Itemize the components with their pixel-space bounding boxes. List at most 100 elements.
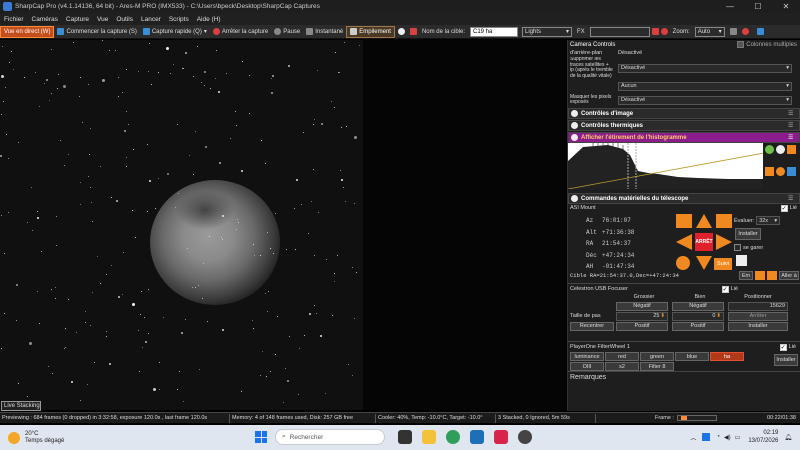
maximize-button[interactable]: ☐	[744, 2, 772, 11]
down-arrow-icon[interactable]	[767, 271, 777, 280]
south-arrow-icon[interactable]	[696, 256, 712, 270]
spinner-icon[interactable]: ⬍	[660, 313, 665, 319]
focuser-install-button[interactable]: Installer	[728, 321, 788, 331]
menu-icon[interactable]: ☰	[788, 110, 796, 117]
media-app-icon[interactable]	[494, 430, 508, 444]
menu-view[interactable]: Vue	[93, 16, 112, 23]
filter-ha[interactable]: ha	[710, 352, 744, 361]
astro-image[interactable]	[0, 40, 363, 410]
right-arrow-icon[interactable]	[755, 271, 765, 280]
menu-file[interactable]: Fichier	[0, 16, 28, 23]
em-button[interactable]: Em	[739, 271, 753, 280]
park-icon[interactable]	[676, 214, 692, 228]
battery-icon[interactable]: ▭	[735, 434, 741, 441]
image-viewport[interactable]	[0, 40, 566, 410]
edge-icon[interactable]	[446, 430, 460, 444]
lightning-icon[interactable]	[787, 145, 797, 154]
fine-positive-button[interactable]: Positif	[672, 321, 724, 331]
stop-slew-button[interactable]: ARRÊT	[695, 233, 713, 251]
filter-8[interactable]: Filter 8	[640, 362, 674, 371]
menu-icon[interactable]: ☰	[788, 122, 796, 129]
reticle-icon[interactable]	[651, 28, 659, 35]
file-explorer-icon[interactable]	[422, 430, 436, 444]
recenter-button[interactable]: Recentrer	[570, 321, 614, 331]
sharpcap-taskbar-icon[interactable]	[518, 430, 532, 444]
clock[interactable]: 02:19 13/07/2026	[748, 429, 778, 445]
filterwheel-linked-checkbox[interactable]: ✓	[779, 343, 787, 351]
histogram-header[interactable]: Afficher l'étirement de l'histogramme ☰	[568, 132, 800, 143]
filter-luminance[interactable]: luminance	[570, 352, 604, 361]
filter-oiii[interactable]: OIII	[570, 362, 604, 371]
menu-icon[interactable]: ☰	[788, 134, 796, 141]
task-view-icon[interactable]	[398, 430, 412, 444]
north-arrow-icon[interactable]	[696, 214, 712, 228]
live-stacking-tab[interactable]: Live Stacking	[1, 401, 41, 411]
coarse-negative-button[interactable]: Négatif	[616, 301, 668, 311]
snapshot-button[interactable]: Instantané	[303, 26, 346, 38]
windows-start-icon[interactable]	[255, 431, 267, 443]
live-view-button[interactable]: Vue en direct (W)	[0, 25, 55, 38]
goto-button[interactable]: Aller à	[779, 271, 799, 280]
menu-scripts[interactable]: Scripts	[165, 16, 193, 23]
mount-install-button[interactable]: Installer	[735, 228, 761, 240]
tracking-button[interactable]: Suivi	[714, 258, 732, 270]
crosshair-icon[interactable]	[736, 255, 747, 266]
spinner-icon[interactable]: ⬍	[716, 313, 721, 319]
reset-icon[interactable]	[776, 167, 786, 176]
frame-type-select[interactable]: Lights ▾	[522, 26, 572, 37]
wifi-icon[interactable]: ◔	[716, 434, 720, 440]
position-input[interactable]: 15629	[728, 301, 788, 311]
filter-s2[interactable]: s2	[605, 362, 639, 371]
minimize-button[interactable]: —	[716, 2, 744, 11]
coarse-step-input[interactable]: 25 ⬍	[616, 311, 668, 321]
histogram-icon[interactable]	[729, 28, 737, 35]
fx-select[interactable]	[589, 26, 650, 37]
lock-icon[interactable]	[765, 167, 775, 176]
thermal-controls-header[interactable]: Contrôles thermiques ☰	[568, 120, 800, 131]
notification-icon[interactable]: 🔔︎	[784, 434, 792, 441]
menu-tools[interactable]: Outils	[112, 16, 137, 23]
filter-green[interactable]: green	[640, 352, 674, 361]
target-name-input[interactable]: C19 ha	[470, 26, 518, 37]
quick-capture-button[interactable]: Capture rapide (Q) ▾	[140, 26, 210, 38]
notes-section[interactable]: Remarques	[568, 371, 800, 401]
park-checkbox[interactable]	[734, 244, 741, 251]
menu-cameras[interactable]: Caméras	[28, 16, 62, 23]
telescope-header[interactable]: Commandes matérielles du télescope ☰	[568, 193, 800, 204]
focuser-stop-button[interactable]: Arrêter	[728, 311, 788, 321]
image-controls-header[interactable]: Contrôles d'image ☰	[568, 108, 800, 119]
settings-icon[interactable]	[741, 28, 749, 35]
cloud-icon[interactable]	[702, 433, 711, 441]
zoom-select[interactable]: Auto ▾	[694, 26, 725, 37]
coarse-positive-button[interactable]: Positif	[616, 321, 668, 331]
menu-capture[interactable]: Capture	[62, 16, 93, 23]
east-arrow-icon[interactable]	[716, 234, 732, 250]
mount-linked-checkbox[interactable]: ✓	[780, 204, 788, 212]
west-arrow-icon[interactable]	[676, 234, 692, 250]
focuser-linked-checkbox[interactable]: ✓	[721, 285, 729, 293]
filterwheel-install-button[interactable]: Installer	[774, 354, 798, 366]
menu-help[interactable]: Aide (H)	[193, 16, 225, 23]
stop-capture-button[interactable]: Arrêter la capture	[210, 26, 271, 38]
chevron-up-icon[interactable]: ︿	[690, 433, 696, 442]
fine-step-input[interactable]: 0 ⬍	[672, 311, 724, 321]
hot-pixel-select[interactable]: Désactivé ▾	[618, 95, 792, 105]
brush-icon[interactable]	[756, 28, 764, 35]
filter-red[interactable]: red	[605, 352, 639, 361]
speaker-icon[interactable]: ◀)	[724, 434, 731, 441]
store-icon[interactable]	[470, 430, 484, 444]
close-button[interactable]: ✕	[772, 2, 800, 11]
reticle-center-icon[interactable]	[676, 256, 690, 270]
rate-select[interactable]: 32x ▾	[756, 216, 781, 225]
fine-negative-button[interactable]: Négatif	[672, 301, 724, 311]
home-icon[interactable]	[716, 214, 732, 228]
menu-icon[interactable]: ☰	[788, 195, 796, 202]
record-icon[interactable]	[397, 28, 405, 35]
contrast-icon[interactable]	[776, 145, 786, 154]
auto-stretch-icon[interactable]	[765, 145, 775, 154]
save-icon[interactable]	[787, 167, 797, 176]
histogram-chart[interactable]	[568, 143, 764, 189]
weather-widget[interactable]: 20°C Temps dégagé	[8, 431, 98, 445]
pause-button[interactable]: Pause	[271, 26, 303, 38]
multi-column-checkbox[interactable]	[737, 41, 745, 48]
